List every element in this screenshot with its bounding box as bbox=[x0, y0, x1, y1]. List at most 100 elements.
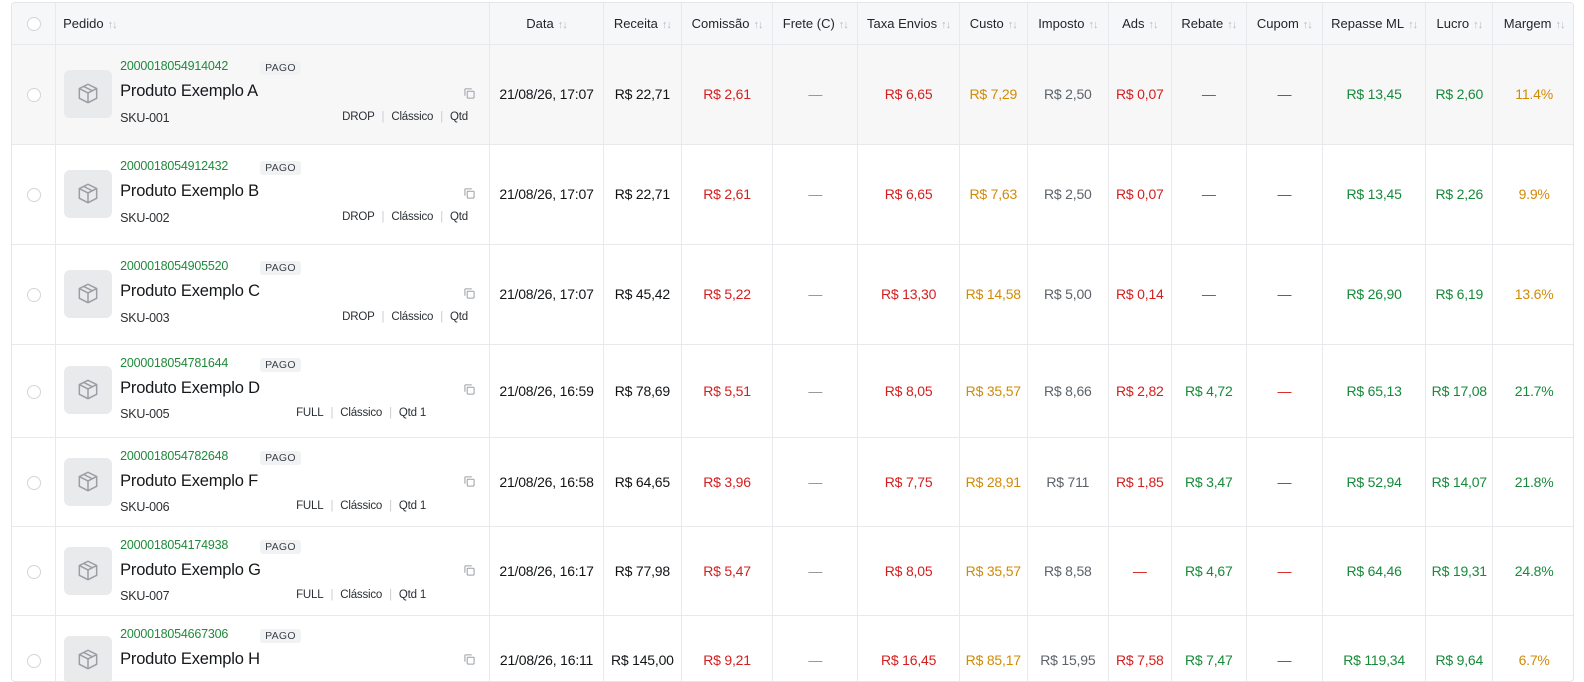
row-select-cell[interactable] bbox=[12, 526, 56, 615]
sort-icon[interactable]: ↑↓ bbox=[108, 19, 117, 31]
pedido-cell: 2000018054912432 PAGO Produto Exemplo B … bbox=[56, 144, 490, 244]
col-data-header[interactable]: Data↑↓ bbox=[490, 3, 604, 44]
imposto-cell: R$ 711 bbox=[1027, 437, 1108, 526]
sort-icon[interactable]: ↑↓ bbox=[1408, 19, 1417, 31]
sort-icon[interactable]: ↑↓ bbox=[1008, 19, 1017, 31]
table-row[interactable]: 2000018054914042 PAGO Produto Exemplo A … bbox=[12, 44, 1574, 144]
product-thumbnail[interactable] bbox=[64, 70, 112, 118]
row-checkbox[interactable] bbox=[27, 88, 41, 102]
select-all-checkbox[interactable] bbox=[27, 17, 41, 31]
copy-icon[interactable] bbox=[464, 288, 475, 299]
product-thumbnail[interactable] bbox=[64, 547, 112, 595]
copy-icon[interactable] bbox=[464, 565, 475, 576]
copy-icon[interactable] bbox=[464, 88, 475, 99]
taxa-envios-cell: R$ 6,65 bbox=[858, 144, 959, 244]
col-repasse-header[interactable]: Repasse ML ↑↓ bbox=[1322, 3, 1425, 44]
col-rebate-header[interactable]: Rebate↑↓ bbox=[1171, 3, 1246, 44]
lucro-cell: R$ 6,19 bbox=[1426, 244, 1493, 344]
row-checkbox[interactable] bbox=[27, 188, 41, 202]
col-receita-header[interactable]: Receita↑↓ bbox=[603, 3, 681, 44]
product-name: Produto Exemplo B bbox=[120, 182, 259, 201]
col-label: Repasse ML bbox=[1331, 16, 1404, 31]
product-tags: DROP|Clássico|Qtd bbox=[342, 111, 468, 123]
order-id-link[interactable]: 2000018054667306 bbox=[120, 627, 228, 641]
row-checkbox[interactable] bbox=[27, 385, 41, 399]
product-tag: Qtd bbox=[450, 111, 468, 123]
order-id-link[interactable]: 2000018054174938 bbox=[120, 538, 228, 552]
orders-table: Pedido↑↓ Data↑↓ Receita↑↓ Comissão↑↓ Fre… bbox=[12, 3, 1574, 682]
sort-icon[interactable]: ↑↓ bbox=[1473, 19, 1482, 31]
row-checkbox[interactable] bbox=[27, 654, 41, 668]
sort-icon[interactable]: ↑↓ bbox=[558, 19, 567, 31]
sort-icon[interactable]: ↑↓ bbox=[941, 19, 950, 31]
margem-cell: 13.6% bbox=[1493, 244, 1574, 344]
col-custo-header[interactable]: Custo↑↓ bbox=[959, 3, 1027, 44]
product-tag: Clássico bbox=[340, 589, 382, 601]
sort-icon[interactable]: ↑↓ bbox=[1303, 19, 1312, 31]
row-select-cell[interactable] bbox=[12, 44, 56, 144]
product-tag: Qtd bbox=[450, 311, 468, 323]
col-frete-header[interactable]: Frete (C)↑↓ bbox=[773, 3, 858, 44]
product-thumbnail[interactable] bbox=[64, 458, 112, 506]
product-thumbnail[interactable] bbox=[64, 366, 112, 414]
table-row[interactable]: 2000018054912432 PAGO Produto Exemplo B … bbox=[12, 144, 1574, 244]
sort-icon[interactable]: ↑↓ bbox=[839, 19, 848, 31]
order-id-link[interactable]: 2000018054905520 bbox=[120, 259, 228, 273]
row-checkbox[interactable] bbox=[27, 565, 41, 579]
order-id-link[interactable]: 2000018054782648 bbox=[120, 449, 228, 463]
col-taxa-header[interactable]: Taxa Envios↑↓ bbox=[858, 3, 959, 44]
imposto-cell: R$ 5,00 bbox=[1027, 244, 1108, 344]
copy-icon[interactable] bbox=[464, 476, 475, 487]
order-id-link[interactable]: 2000018054781644 bbox=[120, 356, 228, 370]
table-row[interactable]: 2000018054905520 PAGO Produto Exemplo C … bbox=[12, 244, 1574, 344]
table-row[interactable]: 2000018054174938 PAGO Produto Exemplo G … bbox=[12, 526, 1574, 615]
col-ads-header[interactable]: Ads ↑↓ bbox=[1108, 3, 1171, 44]
product-tag: FULL bbox=[296, 407, 323, 419]
select-all-cell[interactable] bbox=[12, 3, 56, 44]
sort-icon[interactable]: ↑↓ bbox=[1227, 19, 1236, 31]
copy-icon[interactable] bbox=[464, 654, 475, 665]
col-label: Ads bbox=[1122, 16, 1144, 31]
sort-icon[interactable]: ↑↓ bbox=[1088, 19, 1097, 31]
sort-icon[interactable]: ↑↓ bbox=[1555, 19, 1564, 31]
row-checkbox[interactable] bbox=[27, 476, 41, 490]
package-icon bbox=[75, 377, 101, 403]
col-lucro-header[interactable]: Lucro↑↓ bbox=[1426, 3, 1493, 44]
cupom-cell: — bbox=[1246, 244, 1322, 344]
product-tag: Clássico bbox=[340, 407, 382, 419]
sort-icon[interactable]: ↑↓ bbox=[753, 19, 762, 31]
cupom-cell: — bbox=[1246, 144, 1322, 244]
lucro-cell: R$ 2,60 bbox=[1426, 44, 1493, 144]
sort-icon[interactable]: ↑↓ bbox=[662, 19, 671, 31]
col-imposto-header[interactable]: Imposto↑↓ bbox=[1027, 3, 1108, 44]
frete-cell: — bbox=[773, 526, 858, 615]
col-cupom-header[interactable]: Cupom↑↓ bbox=[1246, 3, 1322, 44]
copy-icon[interactable] bbox=[464, 188, 475, 199]
copy-icon[interactable] bbox=[464, 384, 475, 395]
col-label: Lucro bbox=[1437, 16, 1470, 31]
order-id-link[interactable]: 2000018054912432 bbox=[120, 159, 228, 173]
taxa-envios-cell: R$ 8,05 bbox=[858, 344, 959, 437]
rebate-cell: R$ 4,72 bbox=[1171, 344, 1246, 437]
comissao-cell: R$ 5,22 bbox=[681, 244, 772, 344]
col-margem-header[interactable]: Margem↑↓ bbox=[1493, 3, 1574, 44]
product-thumbnail[interactable] bbox=[64, 270, 112, 318]
receita-cell: R$ 22,71 bbox=[603, 144, 681, 244]
product-thumbnail[interactable] bbox=[64, 170, 112, 218]
table-row[interactable]: 2000018054781644 PAGO Produto Exemplo D … bbox=[12, 344, 1574, 437]
table-row[interactable]: 2000018054782648 PAGO Produto Exemplo F … bbox=[12, 437, 1574, 526]
sort-icon[interactable]: ↑↓ bbox=[1149, 19, 1158, 31]
status-badge: PAGO bbox=[260, 61, 301, 75]
product-thumbnail[interactable] bbox=[64, 636, 112, 682]
row-select-cell[interactable] bbox=[12, 144, 56, 244]
col-pedido-header[interactable]: Pedido↑↓ bbox=[56, 3, 490, 44]
product-name: Produto Exemplo F bbox=[120, 472, 258, 491]
row-select-cell[interactable] bbox=[12, 244, 56, 344]
row-checkbox[interactable] bbox=[27, 288, 41, 302]
row-select-cell[interactable] bbox=[12, 437, 56, 526]
order-id-link[interactable]: 2000018054914042 bbox=[120, 59, 228, 73]
frete-cell: — bbox=[773, 144, 858, 244]
row-select-cell[interactable] bbox=[12, 344, 56, 437]
col-comissao-header[interactable]: Comissão↑↓ bbox=[681, 3, 772, 44]
date-cell: 21/08/26, 16:59 bbox=[490, 344, 604, 437]
